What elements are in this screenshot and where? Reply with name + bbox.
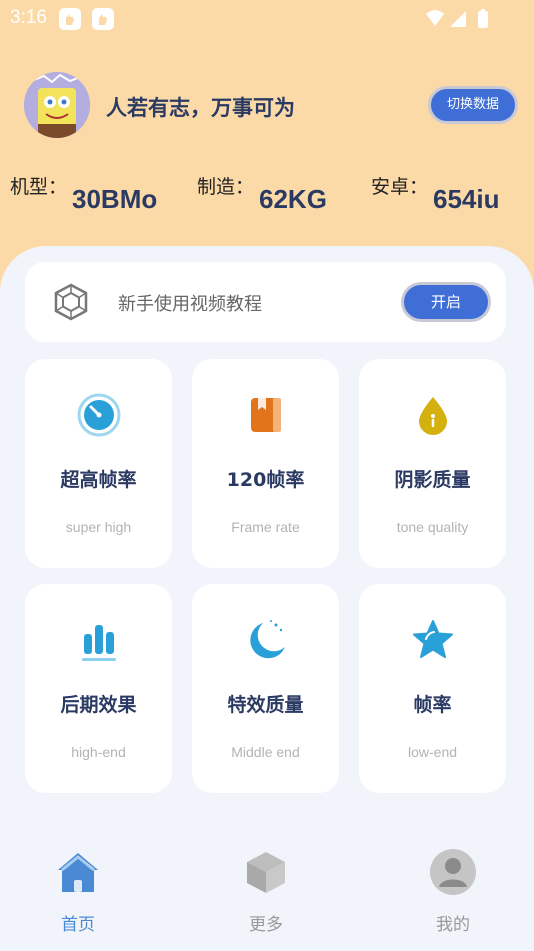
feature-title: 120帧率 bbox=[226, 469, 305, 491]
feature-card[interactable]: 超高帧率 super high bbox=[25, 359, 172, 568]
nav-label: 我的 bbox=[436, 915, 470, 935]
spec-value: 30BMo bbox=[72, 184, 158, 214]
hexagon-icon bbox=[54, 283, 88, 321]
feature-card[interactable]: 120帧率 Frame rate bbox=[192, 359, 339, 568]
tutorial-text: 新手使用视频教程 bbox=[118, 294, 262, 315]
status-bar: 3:16 bbox=[0, 0, 534, 36]
motto-text: 人若有志，万事可为 bbox=[106, 96, 295, 120]
moon-icon bbox=[249, 620, 285, 659]
feature-subtitle: tone quality bbox=[396, 519, 469, 535]
feature-subtitle: super high bbox=[65, 519, 132, 535]
open-button[interactable]: 开启 bbox=[401, 282, 491, 322]
spec-label: 机型： bbox=[10, 176, 68, 198]
feature-subtitle: Middle end bbox=[231, 744, 300, 760]
switch-data-button[interactable]: 切换数据 bbox=[428, 86, 518, 124]
feature-card[interactable]: 阴影质量 tone quality bbox=[359, 359, 506, 568]
signal-icon bbox=[450, 11, 466, 27]
nav-label: 更多 bbox=[249, 915, 283, 935]
avatar[interactable] bbox=[24, 72, 90, 138]
notification-icon bbox=[92, 8, 114, 30]
feature-title: 帧率 bbox=[413, 694, 452, 716]
drop-icon bbox=[418, 397, 447, 435]
tutorial-card[interactable]: 新手使用视频教程 开启 bbox=[25, 262, 506, 342]
feature-subtitle: high-end bbox=[71, 744, 126, 760]
nav-profile[interactable]: 我的 bbox=[408, 848, 498, 935]
feature-title: 超高帧率 bbox=[60, 469, 137, 491]
cube-icon bbox=[247, 852, 285, 893]
feature-card[interactable]: 帧率 low-end bbox=[359, 584, 506, 793]
feature-card[interactable]: 后期效果 high-end bbox=[25, 584, 172, 793]
status-icons bbox=[426, 9, 488, 28]
book-icon bbox=[250, 398, 281, 432]
spec-value: 654iu bbox=[433, 184, 500, 214]
home-icon bbox=[58, 853, 98, 892]
battery-icon bbox=[478, 11, 488, 28]
feature-subtitle: low-end bbox=[407, 744, 458, 760]
nav-more[interactable]: 更多 bbox=[221, 848, 311, 935]
nav-label: 首页 bbox=[61, 915, 95, 935]
notification-icon bbox=[59, 8, 81, 30]
star-icon bbox=[412, 620, 453, 658]
feature-title: 阴影质量 bbox=[394, 469, 471, 491]
spec-label: 制造： bbox=[197, 176, 255, 198]
user-icon bbox=[430, 849, 476, 895]
feature-subtitle: Frame rate bbox=[231, 519, 300, 535]
spec-value: 62KG bbox=[259, 184, 327, 214]
feature-title: 后期效果 bbox=[60, 694, 137, 716]
nav-home[interactable]: 首页 bbox=[33, 848, 123, 935]
feature-title: 特效质量 bbox=[227, 694, 304, 716]
wifi-icon bbox=[426, 10, 444, 26]
spec-label: 安卓： bbox=[371, 176, 429, 198]
bar-chart-icon bbox=[81, 625, 116, 661]
status-time: 3:16 bbox=[10, 7, 47, 28]
feature-card[interactable]: 特效质量 Middle end bbox=[192, 584, 339, 793]
speedometer-icon bbox=[77, 393, 120, 437]
